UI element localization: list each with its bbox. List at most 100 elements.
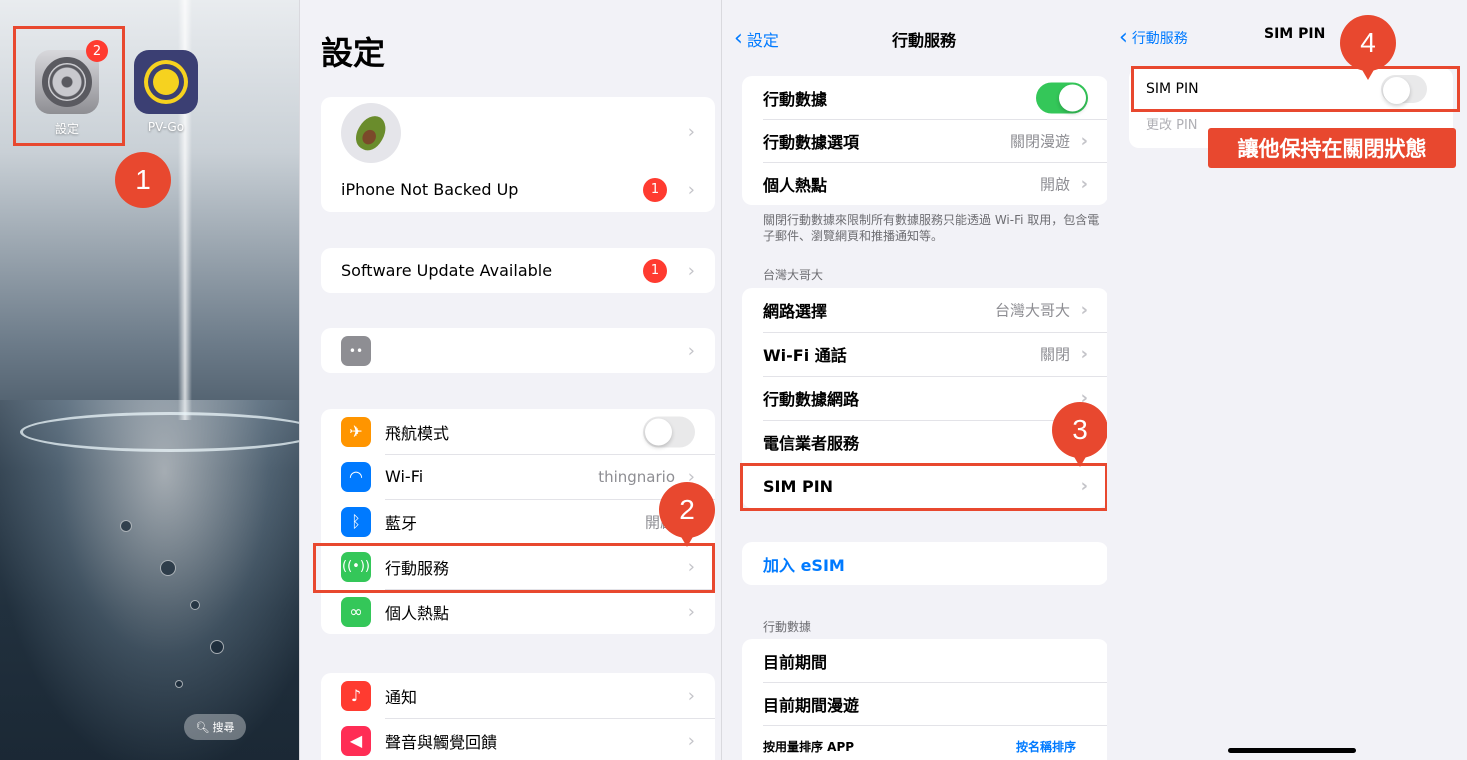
software-update-label: Software Update Available xyxy=(341,261,553,280)
software-update-row[interactable]: Software Update Available 1 › xyxy=(321,248,715,293)
backup-row[interactable]: iPhone Not Backed Up 1 › xyxy=(321,167,715,212)
back-label: 行動服務 xyxy=(1131,30,1188,47)
connectivity-group: ✈ 飛航模式 ◠ Wi-Fi thingnario › ᛒ 藍牙 開啟 › ((… xyxy=(321,409,715,634)
airplane-mode-toggle[interactable] xyxy=(643,416,695,447)
cellular-network-row[interactable]: 行動數據網路 › xyxy=(742,376,1108,420)
hotspot-value: 開啟 xyxy=(1039,175,1070,193)
current-period-roaming-label: 目前期間漫遊 xyxy=(763,695,860,715)
bluetooth-icon: ᛒ xyxy=(341,506,371,537)
bubble xyxy=(175,680,183,688)
chevron-left-icon: ‹ xyxy=(734,26,743,51)
step1-highlight xyxy=(13,26,125,146)
backup-label: iPhone Not Backed Up xyxy=(341,180,519,199)
search-label: 搜尋 xyxy=(212,721,235,734)
airpods-row[interactable]: •• › xyxy=(321,328,715,373)
water-glass-background xyxy=(0,400,299,760)
settings-panel: 設定 › iPhone Not Backed Up 1 › Software U… xyxy=(299,0,721,760)
chevron-right-icon: › xyxy=(687,601,695,622)
hotspot-link-icon: ∞ xyxy=(341,596,371,627)
step2-highlight xyxy=(313,543,715,593)
speaker-icon: ◀ xyxy=(341,725,371,756)
update-group: Software Update Available 1 › xyxy=(321,248,715,293)
step-1-marker: 1 xyxy=(115,152,171,208)
sort-by-name-link[interactable]: 按名稱排序 xyxy=(1016,738,1076,755)
wifi-value: thingnario xyxy=(598,467,675,486)
nav-title: SIM PIN xyxy=(1264,26,1326,42)
network-selection-label: 網路選擇 xyxy=(763,302,828,321)
data-usage-group: 目前期間 目前期間漫遊 按用量排序 APP 按名稱排序 xyxy=(742,639,1108,760)
add-esim-button[interactable]: 加入 eSIM xyxy=(742,542,1108,585)
esim-group: 加入 eSIM xyxy=(742,542,1108,585)
avatar xyxy=(341,103,401,163)
back-label: 設定 xyxy=(746,30,779,50)
chevron-right-icon: › xyxy=(1080,343,1088,365)
cellular-options-value: 關閉漫遊 xyxy=(1009,132,1070,150)
chevron-right-icon: › xyxy=(687,730,695,751)
chevron-right-icon: › xyxy=(687,179,695,200)
hotspot-row[interactable]: 個人熱點 開啟 › xyxy=(742,162,1108,205)
hotspot-label: 個人熱點 xyxy=(385,603,450,623)
notifications-row[interactable]: ♪ 通知 › xyxy=(321,673,715,718)
backup-badge: 1 xyxy=(643,177,667,202)
carrier-services-label: 電信業者服務 xyxy=(763,434,860,453)
cellular-data-label: 行動數據 xyxy=(763,89,828,109)
step-4-marker: 4 xyxy=(1340,15,1396,80)
sim-pin-panel: ‹ 行動服務 SIM PIN SIM PIN 更改 PIN xyxy=(1107,0,1467,760)
hotspot-row[interactable]: ∞ 個人熱點 › xyxy=(321,589,715,634)
airplane-mode-row[interactable]: ✈ 飛航模式 xyxy=(321,409,715,454)
step3-highlight xyxy=(740,463,1108,511)
current-period-roaming-row: 目前期間漫遊 xyxy=(742,682,1108,725)
cellular-data-row[interactable]: 行動數據 xyxy=(742,76,1108,119)
account-group: › iPhone Not Backed Up 1 › xyxy=(321,97,715,212)
step-2-marker: 2 xyxy=(659,482,715,547)
network-selection-value: 台灣大哥大 xyxy=(994,301,1070,320)
chevron-right-icon: › xyxy=(687,340,695,361)
cellular-options-row[interactable]: 行動數據選項 關閉漫遊 › xyxy=(742,119,1108,162)
step-3-marker: 3 xyxy=(1052,402,1108,467)
cellular-data-note: 關閉行動數據來限制所有數據服務只能透過 Wi-Fi 取用，包含電子郵件、瀏覽網頁… xyxy=(763,213,1100,243)
chevron-right-icon: › xyxy=(1080,173,1088,194)
chevron-left-icon: ‹ xyxy=(1119,25,1128,50)
avocado-icon xyxy=(350,110,392,156)
cellular-data-group: 行動數據 行動數據選項 關閉漫遊 › 個人熱點 開啟 › xyxy=(742,76,1108,205)
cellular-options-label: 行動數據選項 xyxy=(763,132,860,152)
wifi-calling-row[interactable]: Wi-Fi 通話 關閉 › xyxy=(742,332,1108,376)
bubble xyxy=(210,640,224,654)
home-indicator[interactable] xyxy=(1228,748,1356,753)
add-esim-label: 加入 eSIM xyxy=(763,555,845,575)
sounds-row[interactable]: ◀ 聲音與觸覺回饋 › xyxy=(321,718,715,760)
bluetooth-label: 藍牙 xyxy=(385,513,418,533)
bluetooth-row[interactable]: ᛒ 藍牙 開啟 › xyxy=(321,499,715,544)
wifi-calling-label: Wi-Fi 通話 xyxy=(763,346,847,365)
wifi-row[interactable]: ◠ Wi-Fi thingnario › xyxy=(321,454,715,499)
sort-by-usage-label: 按用量排序 APP xyxy=(763,740,855,754)
cellular-data-toggle[interactable] xyxy=(1036,82,1088,113)
home-search-button[interactable]: 🔍︎ 搜尋 xyxy=(184,714,246,740)
back-button[interactable]: ‹ 行動服務 xyxy=(1119,25,1188,50)
carrier-section-header: 台灣大哥大 xyxy=(763,268,824,282)
airplane-icon: ✈ xyxy=(341,416,371,447)
wifi-icon: ◠ xyxy=(341,461,371,492)
instruction-callout: 讓他保持在關閉狀態 xyxy=(1208,128,1456,168)
current-period-row: 目前期間 xyxy=(742,639,1108,682)
pvgo-app-icon[interactable] xyxy=(134,50,198,114)
current-period-label: 目前期間 xyxy=(763,652,828,672)
network-selection-row[interactable]: 網路選擇 台灣大哥大 › xyxy=(742,288,1108,332)
wifi-label: Wi-Fi xyxy=(385,467,424,486)
airplane-mode-label: 飛航模式 xyxy=(385,423,450,443)
bubble xyxy=(190,600,200,610)
step4-highlight xyxy=(1131,66,1460,112)
chevron-right-icon: › xyxy=(687,121,695,143)
airpods-group: •• › xyxy=(321,328,715,373)
sun-icon xyxy=(153,69,179,95)
chevron-right-icon: › xyxy=(1080,130,1088,151)
sort-row: 按用量排序 APP 按名稱排序 xyxy=(742,725,1108,760)
data-section-header: 行動數據 xyxy=(763,620,812,634)
bubble xyxy=(160,560,176,576)
chevron-right-icon: › xyxy=(687,260,695,281)
apple-id-row[interactable]: › xyxy=(321,97,715,167)
cellular-panel: ‹ 設定 行動服務 行動數據 行動數據選項 關閉漫遊 › 個人熱點 開啟 › 關… xyxy=(721,0,1121,760)
back-button[interactable]: ‹ 設定 xyxy=(734,26,779,51)
bell-icon: ♪ xyxy=(341,680,371,711)
nav-title: 行動服務 xyxy=(892,31,957,50)
